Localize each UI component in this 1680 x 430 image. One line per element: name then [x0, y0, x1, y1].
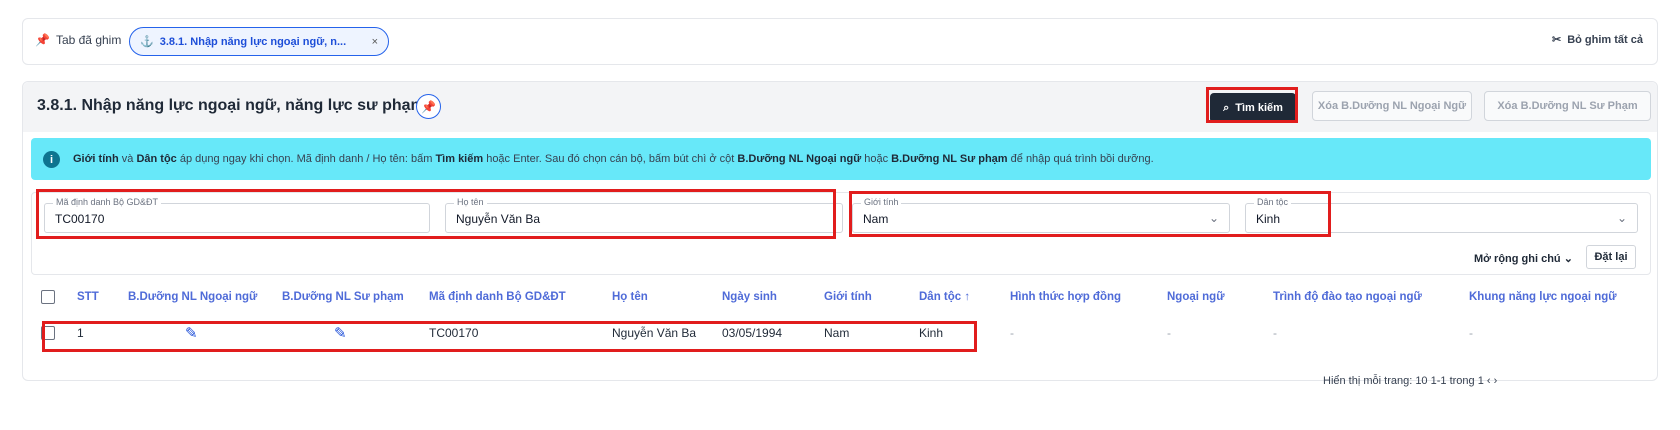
table-row[interactable]: 1 ✎ ✎ TC00170 Nguyễn Văn Ba 03/05/1994 N…	[23, 324, 1657, 356]
pinned-tab-label: 3.8.1. Nhập năng lực ngoại ngữ, n...	[159, 35, 347, 48]
pinned-tabs-bar: 📌 Tab đã ghim ⚓ 3.8.1. Nhập năng lực ngo…	[22, 18, 1658, 65]
column-header[interactable]: Ngày sinh	[722, 291, 777, 303]
pinned-tab-chip[interactable]: ⚓ 3.8.1. Nhập năng lực ngoại ngữ, n... ×	[129, 27, 389, 56]
id-field-label: Mã định danh Bộ GD&ĐT	[53, 197, 162, 207]
select-all-checkbox[interactable]	[41, 290, 55, 304]
clear-nn-button[interactable]: Xóa B.Dưỡng NL Ngoại Ngữ	[1312, 91, 1472, 121]
ethnic-select-value: Kinh	[1256, 212, 1281, 226]
clear-sp-button[interactable]: Xóa B.Dưỡng NL Sư Phạm	[1484, 91, 1651, 121]
column-header[interactable]: Mã định danh Bộ GD&ĐT	[429, 291, 566, 303]
column-header[interactable]: Dân tộc ↑	[919, 291, 970, 303]
cell-language: -	[1167, 326, 1171, 340]
name-field-label: Họ tên	[454, 197, 487, 207]
table-header: STT B.Dưỡng NL Ngoại ngữ B.Dưỡng NL Sư p…	[23, 290, 1657, 321]
cell-stt: 1	[77, 326, 84, 340]
unpin-icon: ✂	[1551, 34, 1562, 46]
filter-panel: Mã định danh Bộ GD&ĐT TC00170 Họ tên Ngu…	[31, 192, 1651, 275]
column-header[interactable]: Giới tính	[824, 291, 872, 303]
pin-page-button[interactable]: 📌	[416, 94, 441, 119]
name-field[interactable]: Họ tên Nguyễn Văn Ba	[445, 197, 843, 233]
column-header[interactable]: B.Dưỡng NL Sư phạm	[282, 291, 404, 303]
cell-name: Nguyễn Văn Ba	[612, 326, 697, 340]
cell-framework: -	[1469, 326, 1473, 340]
card-header: 3.8.1. Nhập năng lực ngoại ngữ, năng lực…	[23, 82, 1657, 132]
column-header[interactable]: Hình thức hợp đồng	[1010, 291, 1121, 303]
reset-button[interactable]: Đặt lại	[1586, 245, 1636, 269]
ethnic-select[interactable]: Dân tộc Kinh ⌄	[1245, 197, 1638, 233]
pin-icon: 📌	[421, 99, 436, 114]
ethnic-select-label: Dân tộc	[1254, 197, 1292, 207]
info-banner: i Giới tính và Dân tộc áp dụng ngay khi …	[31, 138, 1651, 180]
edit-nn-pencil-icon[interactable]: ✎	[185, 324, 198, 342]
search-button-label: Tìm kiếm	[1235, 102, 1283, 114]
pagination[interactable]: Hiển thị mỗi trang: 10 1-1 trong 1 ‹ ›	[1323, 375, 1497, 387]
column-header[interactable]: STT	[77, 291, 99, 303]
cell-id: TC00170	[429, 326, 479, 340]
close-icon[interactable]: ×	[372, 36, 378, 48]
cell-dob: 03/05/1994	[722, 326, 783, 340]
cell-ethnic: Kinh	[919, 326, 944, 340]
search-button[interactable]: ⌕ Tìm kiếm	[1210, 93, 1296, 123]
column-header[interactable]: Trình độ đào tạo ngoại ngữ	[1273, 291, 1422, 303]
info-icon: i	[43, 151, 60, 168]
chevron-down-icon: ⌄	[1616, 211, 1627, 225]
main-card: 3.8.1. Nhập năng lực ngoại ngữ, năng lực…	[22, 81, 1658, 387]
column-header[interactable]: B.Dưỡng NL Ngoại ngữ	[128, 291, 257, 303]
column-header[interactable]: Ngoại ngữ	[1167, 291, 1225, 303]
edit-sp-pencil-icon[interactable]: ✎	[334, 324, 347, 342]
page-title: 3.8.1. Nhập năng lực ngoại ngữ, năng lực…	[37, 97, 425, 114]
id-field-value: TC00170	[55, 212, 105, 226]
anchor-icon: ⚓	[140, 36, 154, 48]
gender-select-value: Nam	[863, 212, 889, 226]
id-field[interactable]: Mã định danh Bộ GD&ĐT TC00170	[44, 197, 430, 233]
column-header[interactable]: Khung năng lực ngoại ngữ	[1469, 291, 1617, 303]
name-field-value: Nguyễn Văn Ba	[456, 212, 541, 226]
unpin-all-button[interactable]: ✂ Bỏ ghim tất cả	[1551, 33, 1643, 47]
pinned-tabs-label: 📌 Tab đã ghim	[35, 33, 121, 47]
search-icon: ⌕	[1223, 101, 1230, 114]
info-text: Giới tính và Dân tộc áp dụng ngay khi ch…	[73, 153, 1154, 165]
expand-notes-toggle[interactable]: Mở rộng ghi chú ⌄	[1474, 252, 1573, 265]
row-checkbox[interactable]	[41, 326, 55, 340]
pinned-label-text: Tab đã ghim	[55, 33, 122, 47]
cell-contract: -	[1010, 326, 1014, 340]
chevron-down-icon: ⌄	[1208, 211, 1219, 225]
cell-gender: Nam	[824, 326, 850, 340]
unpin-all-label: Bỏ ghim tất cả	[1567, 33, 1643, 46]
gender-select[interactable]: Giới tính Nam ⌄	[852, 197, 1230, 233]
cell-level: -	[1273, 326, 1277, 340]
chevron-down-icon: ⌄	[1563, 253, 1573, 265]
pin-icon: 📌	[35, 33, 50, 47]
column-header[interactable]: Họ tên	[612, 291, 648, 303]
gender-select-label: Giới tính	[861, 197, 902, 207]
expand-notes-label: Mở rộng ghi chú	[1474, 253, 1561, 265]
